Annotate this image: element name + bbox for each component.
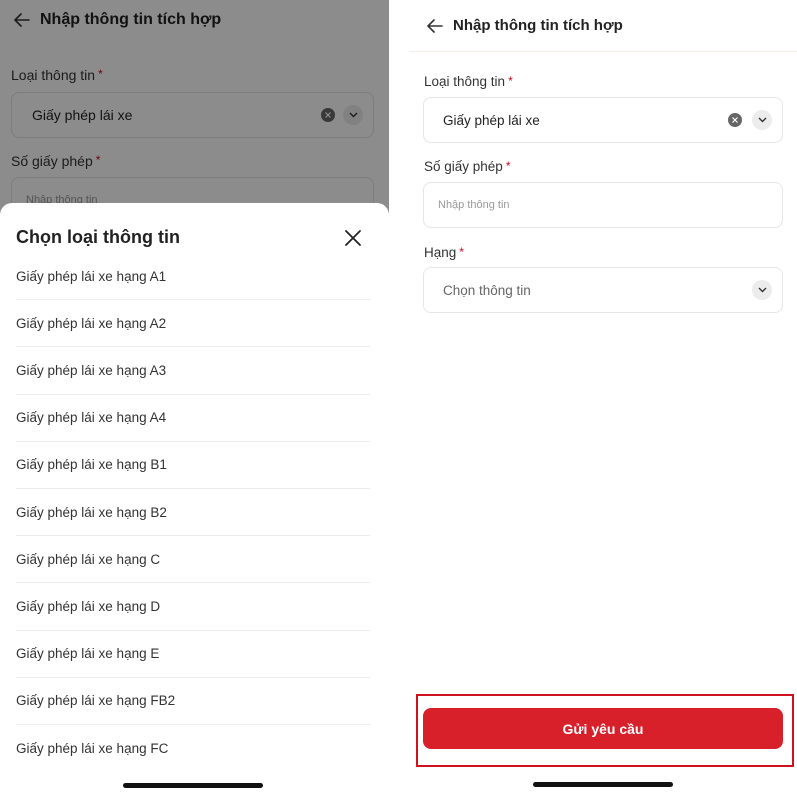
chevron-down-icon[interactable] <box>752 280 772 300</box>
license-class-list: Giấy phép lái xe hạng A1 Giấy phép lái x… <box>16 253 370 772</box>
license-number-label-text: Số giấy phép <box>424 159 503 174</box>
right-screen: Nhập thông tin tích hợp Loại thông tin * … <box>409 0 797 792</box>
bottom-sheet: Chọn loại thông tin Giấy phép lái xe hạn… <box>0 203 389 792</box>
required-mark: * <box>505 159 511 173</box>
submit-button[interactable]: Gửi yêu cầu <box>423 708 783 749</box>
home-indicator <box>533 782 673 787</box>
info-type-label-text: Loại thông tin <box>424 74 506 89</box>
list-item[interactable]: Giấy phép lái xe hạng B1 <box>16 442 370 489</box>
list-item[interactable]: Giấy phép lái xe hạng A1 <box>16 253 370 301</box>
list-item[interactable]: Giấy phép lái xe hạng FC <box>16 725 370 772</box>
list-item[interactable]: Giấy phép lái xe hạng E <box>16 631 370 678</box>
list-item[interactable]: Giấy phép lái xe hạng C <box>16 536 370 584</box>
list-item[interactable]: Giấy phép lái xe hạng A3 <box>16 347 370 395</box>
page-title: Nhập thông tin tích hợp <box>453 17 623 34</box>
list-item[interactable]: Giấy phép lái xe hạng B2 <box>16 489 370 537</box>
license-number-input[interactable]: Nhập thông tin <box>423 182 783 228</box>
clear-icon[interactable] <box>728 113 742 127</box>
list-item[interactable]: Giấy phép lái xe hạng D <box>16 583 370 631</box>
list-item[interactable]: Giấy phép lái xe hạng A4 <box>16 395 370 442</box>
license-number-label: Số giấy phép * <box>424 159 510 174</box>
info-type-label: Loại thông tin * <box>424 74 513 89</box>
list-item[interactable]: Giấy phép lái xe hạng FB2 <box>16 678 370 725</box>
right-header: Nhập thông tin tích hợp <box>409 0 797 52</box>
screen-divider <box>389 0 409 792</box>
class-label: Hạng * <box>424 245 464 260</box>
info-type-select[interactable]: Giấy phép lái xe <box>423 97 783 143</box>
info-type-value: Giấy phép lái xe <box>443 112 540 128</box>
list-item[interactable]: Giấy phép lái xe hạng A2 <box>16 300 370 348</box>
class-placeholder: Chọn thông tin <box>443 282 531 298</box>
home-indicator <box>123 783 263 788</box>
required-mark: * <box>459 245 464 259</box>
back-arrow-icon[interactable] <box>425 16 445 36</box>
required-mark: * <box>508 74 513 88</box>
license-number-placeholder: Nhập thông tin <box>438 199 510 211</box>
sheet-title: Chọn loại thông tin <box>16 227 180 247</box>
left-screen: Nhập thông tin tích hợp Loại thông tin * … <box>0 0 389 792</box>
chevron-down-icon[interactable] <box>752 110 772 130</box>
close-icon[interactable] <box>342 227 364 249</box>
class-label-text: Hạng <box>424 245 457 260</box>
class-select[interactable]: Chọn thông tin <box>423 267 783 313</box>
